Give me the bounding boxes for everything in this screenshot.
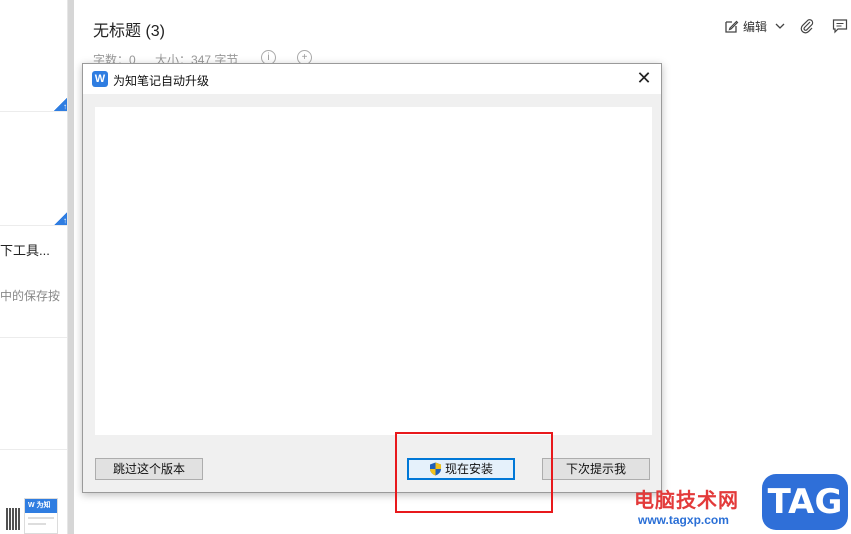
up-arrow-icon: ↑ [54, 97, 67, 111]
attachment-icon [800, 19, 814, 34]
close-button[interactable]: ✕ [631, 67, 657, 91]
list-item-title: 下工具... [0, 243, 50, 258]
note-thumbnail: W 为知 [24, 498, 58, 534]
skip-version-button[interactable]: 跳过这个版本 [95, 458, 203, 480]
edit-button[interactable]: 编辑 [724, 16, 785, 36]
upgrade-dialog: W 为知笔记自动升级 ✕ 跳过这个版本 现在安装 下次提示我 [82, 63, 662, 493]
qr-code-thumbnail [6, 508, 20, 530]
list-item[interactable]: ↑ [0, 0, 67, 112]
list-item[interactable]: ↑ [0, 112, 67, 226]
comment-button[interactable] [832, 16, 848, 36]
comment-icon [832, 19, 848, 34]
highlight-box [395, 432, 553, 513]
up-arrow-icon: ↑ [54, 211, 67, 225]
attachment-button[interactable] [800, 16, 814, 36]
dialog-titlebar[interactable]: W 为知笔记自动升级 ✕ [83, 64, 661, 94]
remind-later-button[interactable]: 下次提示我 [542, 458, 650, 480]
edit-icon [725, 20, 739, 33]
watermark-site-name: 电脑技术网 [634, 490, 739, 512]
wiz-logo-icon: W [92, 71, 108, 87]
edit-label: 编辑 [743, 19, 768, 34]
note-title[interactable]: 无标题 (3) [93, 17, 165, 41]
dialog-title: 为知笔记自动升级 [113, 74, 210, 88]
list-item-snippet: 中的保存按 [0, 289, 61, 303]
note-list-pane: ↑ ↑ 下工具... 中的保存按 W 为知 [0, 0, 68, 534]
chevron-down-icon[interactable] [775, 21, 785, 31]
pane-splitter[interactable] [68, 0, 74, 534]
list-item[interactable] [0, 338, 67, 450]
watermark-url: www.tagxp.com [638, 513, 729, 527]
watermark-tag-logo: TAG [762, 474, 848, 530]
dialog-content [95, 107, 652, 435]
